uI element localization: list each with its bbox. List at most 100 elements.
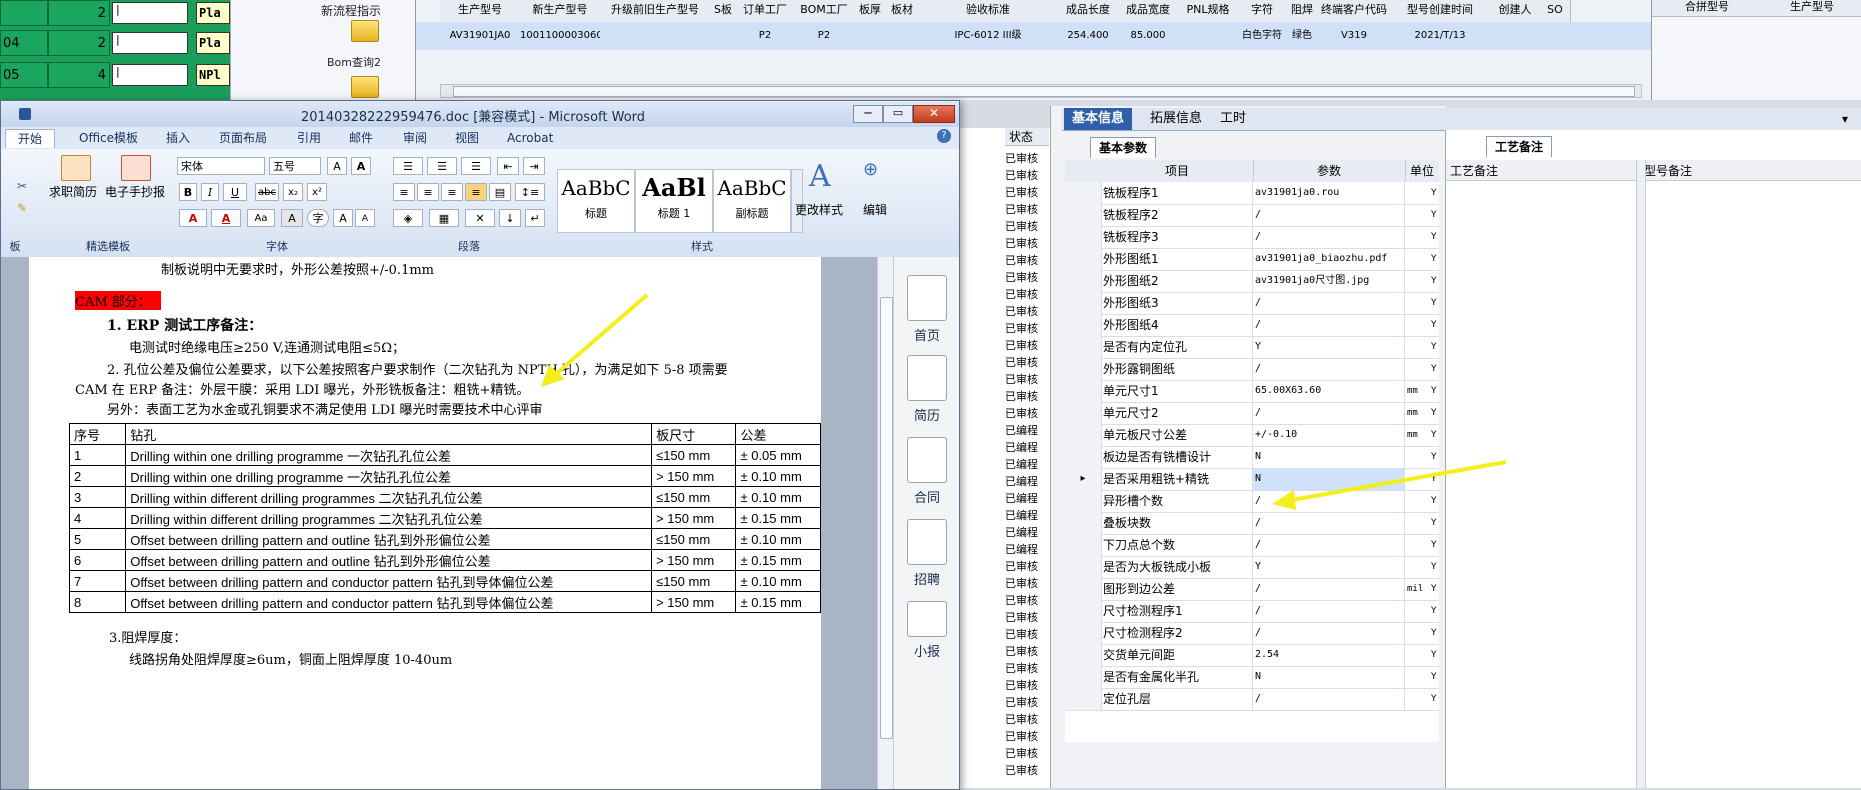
status-item[interactable]: 已审核 [1005, 167, 1049, 184]
status-item[interactable]: 已审核 [1005, 626, 1049, 643]
param-value[interactable]: 2.54 [1253, 644, 1405, 666]
tab-extended-info[interactable]: 拓展信息 [1142, 108, 1210, 130]
status-header[interactable]: 状态 [1005, 128, 1049, 146]
word-title-bar[interactable]: 20140328222959476.doc [兼容模式] - Microsoft… [1, 101, 959, 127]
grid-column-header[interactable]: 成品宽度 [1118, 0, 1179, 23]
grid-column-header[interactable]: 生产型号 [440, 0, 521, 23]
tab-office-templates[interactable]: Office模板 [79, 129, 138, 147]
grid-column-header[interactable]: 板厚 [854, 0, 887, 23]
erp-text-field[interactable]: | [112, 2, 188, 24]
align-left-icon[interactable]: ≡ [393, 183, 415, 201]
grid-column-header[interactable]: 型号创建时间 [1390, 0, 1491, 23]
param-row[interactable]: 单元尺寸2/mm Y [1065, 402, 1439, 425]
grid-column-header[interactable]: 阻焊 [1286, 0, 1319, 23]
edit-button[interactable]: 编辑 [863, 201, 887, 218]
strikethrough-button[interactable]: abc [255, 183, 279, 201]
param-row[interactable]: 是否为大板铣成小板 Y Y [1065, 556, 1439, 579]
param-row[interactable]: 叠板块数 / Y [1065, 512, 1439, 535]
param-value[interactable]: 65.00X63.60 [1253, 380, 1405, 402]
row-indicator[interactable] [1065, 446, 1102, 468]
bullets-icon[interactable]: ☰ [393, 157, 423, 175]
vertical-scrollbar[interactable] [877, 257, 894, 789]
chevron-down-icon[interactable]: ▾ [1842, 112, 1848, 126]
row-indicator[interactable] [1065, 512, 1102, 534]
status-item[interactable]: 已审核 [1005, 762, 1049, 779]
numbering-icon[interactable]: ☰ [427, 157, 457, 175]
change-styles-icon[interactable]: A [809, 159, 831, 194]
tab-home[interactable]: 开始 [5, 129, 55, 148]
status-item[interactable]: 已审核 [1005, 592, 1049, 609]
merge-model-header[interactable]: 合拼型号 [1652, 0, 1763, 17]
tab-mailings[interactable]: 邮件 [349, 129, 373, 147]
status-item[interactable]: 已审核 [1005, 218, 1049, 235]
status-item[interactable]: 已审核 [1005, 201, 1049, 218]
asian-layout-icon[interactable]: ✕ [465, 209, 495, 227]
status-item[interactable]: 已审核 [1005, 252, 1049, 269]
italic-button[interactable]: I [201, 183, 219, 201]
help-icon[interactable]: ? [937, 129, 951, 143]
param-value[interactable]: / [1253, 314, 1405, 336]
row-indicator[interactable] [1065, 644, 1102, 666]
superscript-button[interactable]: x² [307, 183, 327, 201]
param-value[interactable]: / [1253, 578, 1405, 600]
style-title[interactable]: AaBbC 标题 [557, 169, 635, 233]
param-row[interactable]: 定位孔层 / Y [1065, 688, 1439, 711]
row-indicator[interactable] [1065, 600, 1102, 622]
param-row[interactable]: 尺寸检测程序1/ Y [1065, 600, 1439, 623]
status-item[interactable]: 已审核 [1005, 150, 1049, 167]
param-value[interactable]: +/-0.10 [1253, 424, 1405, 446]
status-item[interactable]: 已审核 [1005, 609, 1049, 626]
grid-column-header[interactable]: 成品长度 [1058, 0, 1119, 23]
param-row[interactable]: 尺寸检测程序2/ Y [1065, 622, 1439, 645]
row-indicator[interactable] [1065, 182, 1102, 204]
process-remark-col[interactable]: 工艺备注 [1450, 162, 1498, 179]
row-indicator[interactable] [1065, 226, 1102, 248]
param-value[interactable]: Y [1253, 336, 1405, 358]
remark-scrollbar[interactable] [1636, 160, 1646, 788]
grid-column-header[interactable]: 板材 [886, 0, 919, 23]
param-value[interactable]: av31901ja0.rou [1253, 182, 1405, 204]
status-item[interactable]: 已审核 [1005, 371, 1049, 388]
tab-review[interactable]: 审阅 [403, 129, 427, 147]
param-value[interactable]: / [1253, 358, 1405, 380]
change-styles-button[interactable]: 更改样式 [795, 201, 843, 218]
text-highlight-icon[interactable]: A [179, 209, 207, 227]
bom-query-label[interactable]: Bom查询2 [327, 54, 381, 70]
status-item[interactable]: 已审核 [1005, 354, 1049, 371]
param-value[interactable]: Y [1253, 556, 1405, 578]
param-value[interactable]: / [1253, 534, 1405, 556]
param-row[interactable]: 外形露铜图纸 / Y [1065, 358, 1439, 381]
show-marks-icon[interactable]: ↵ [525, 209, 545, 227]
grid-column-header[interactable]: 创建人 [1490, 0, 1541, 23]
param-row[interactable]: 交货单元间距 2.54 Y [1065, 644, 1439, 667]
row-indicator[interactable] [1065, 490, 1102, 512]
restore-button[interactable]: ▭ [883, 105, 913, 123]
status-item[interactable]: 已审核 [1005, 728, 1049, 745]
decrease-indent-icon[interactable]: ⇤ [497, 157, 519, 175]
style-subtitle[interactable]: AaBbC 副标题 [713, 169, 791, 233]
param-value[interactable]: / [1253, 402, 1405, 424]
justify-icon[interactable]: ≡ [465, 183, 487, 201]
row-indicator[interactable] [1065, 666, 1102, 688]
tab-view[interactable]: 视图 [455, 129, 479, 147]
subscript-button[interactable]: x₂ [283, 183, 303, 201]
document-page[interactable]: 制板说明中无要求时，外形公差按照+/-0.1mm CAM 部分： 1. ERP … [29, 257, 821, 789]
grid-column-header[interactable]: 升级前旧生产型号 [600, 0, 711, 23]
tab-insert[interactable]: 插入 [166, 129, 190, 147]
row-indicator[interactable] [1065, 380, 1102, 402]
font-size-select[interactable]: 五号 [269, 157, 321, 175]
row-indicator[interactable] [1065, 534, 1102, 556]
param-row[interactable]: 外形图纸4/ Y [1065, 314, 1439, 337]
row-indicator[interactable] [1065, 556, 1102, 578]
grid-column-header[interactable]: 验收标准 [918, 0, 1059, 23]
brush-icon[interactable]: ✎ [17, 201, 31, 215]
grow-font-icon[interactable]: A [327, 157, 347, 175]
status-item[interactable]: 已审核 [1005, 575, 1049, 592]
param-row[interactable]: 外形图纸1 av31901ja0_biaozhu.pdf Y [1065, 248, 1439, 271]
grow-font-button[interactable]: A [333, 209, 353, 227]
param-value[interactable]: / [1253, 204, 1405, 226]
row-indicator[interactable] [1065, 292, 1102, 314]
sidebar-item-resume[interactable]: 简历 [894, 355, 959, 424]
resume-icon[interactable] [61, 155, 91, 181]
minimize-button[interactable]: ─ [853, 105, 883, 123]
